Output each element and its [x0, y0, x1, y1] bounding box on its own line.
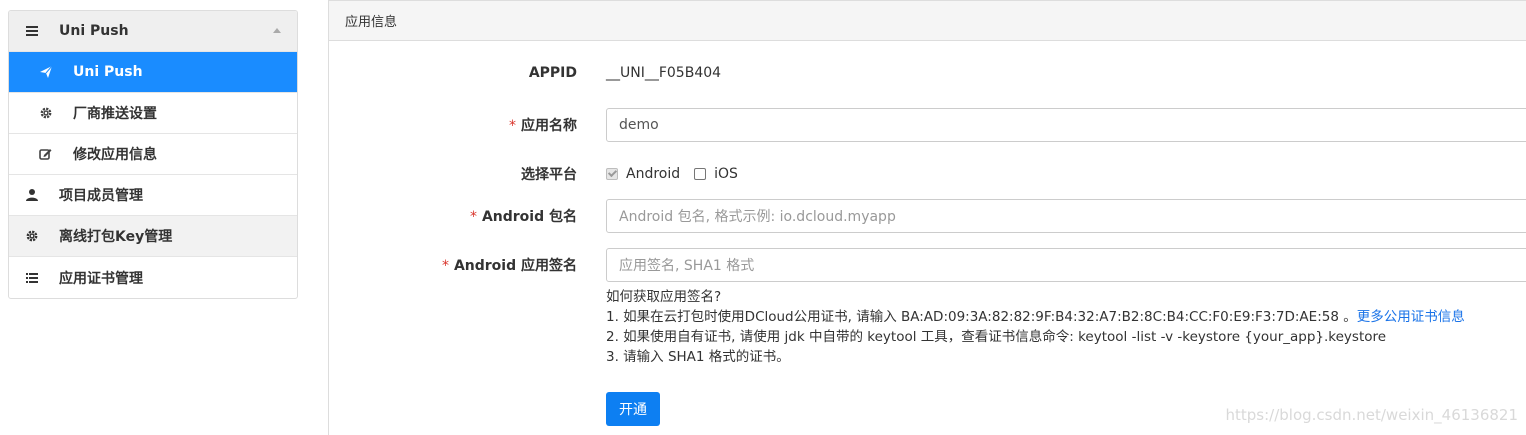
required-mark: * — [469, 209, 477, 225]
sidebar-item-label: Uni Push — [59, 23, 129, 39]
list-icon — [25, 271, 39, 285]
help-question: 如何获取应用签名? — [606, 289, 722, 305]
gear-icon — [25, 229, 39, 243]
android-signature-label: * Android 应用签名 — [329, 255, 577, 275]
android-package-input[interactable]: Android 包名, 格式示例: io.dcloud.myapp — [606, 199, 1526, 233]
android-signature-input[interactable]: 应用签名, SHA1 格式 — [606, 248, 1526, 282]
help-line-2: 2. 如果使用自有证书, 请使用 jdk 中自带的 keytool 工具，查看证… — [606, 329, 1387, 345]
sidebar-item-uni-push[interactable]: Uni Push — [9, 52, 297, 93]
android-signature-label-text: Android 应用签名 — [453, 258, 577, 274]
sidebar-item-label: 项目成员管理 — [59, 188, 143, 204]
android-package-label: * Android 包名 — [329, 206, 577, 226]
watermark: https://blog.csdn.net/weixin_46136821 — [1225, 406, 1518, 424]
send-icon — [39, 65, 53, 79]
sidebar: Uni Push Uni Push 厂商推送设置 修改应用信息 项目成员管理 离… — [8, 10, 298, 299]
user-icon — [25, 188, 39, 202]
required-mark: * — [509, 118, 516, 134]
sidebar-item-label: 应用证书管理 — [59, 270, 143, 287]
edit-icon — [39, 147, 53, 161]
sidebar-item-label: 修改应用信息 — [73, 147, 157, 163]
menu-icon — [25, 24, 39, 38]
app-name-input[interactable]: demo — [606, 108, 1526, 142]
help-line-1-text: 1. 如果在云打包时使用DCloud公用证书, 请输入 BA:AD:09:3A:… — [606, 309, 1357, 325]
more-certificates-link[interactable]: 更多公用证书信息 — [1357, 309, 1465, 325]
required-mark: * — [441, 258, 449, 274]
panel-title: 应用信息 — [329, 0, 1526, 41]
caret-up-icon — [273, 28, 281, 33]
sidebar-item-edit-app-info[interactable]: 修改应用信息 — [9, 134, 297, 175]
platform-options: Android iOS — [606, 166, 752, 182]
app-info-panel: 应用信息 APPID __UNI__F05B404 * 应用名称 demo 选择平… — [328, 0, 1526, 435]
appid-value: __UNI__F05B404 — [606, 65, 722, 81]
ios-checkbox[interactable]: iOS — [694, 166, 738, 182]
android-checkbox[interactable]: Android — [606, 166, 680, 182]
appid-label: APPID — [528, 65, 577, 81]
page: Uni Push Uni Push 厂商推送设置 修改应用信息 项目成员管理 离… — [0, 0, 1526, 435]
sidebar-item-project-members[interactable]: 项目成员管理 — [9, 175, 297, 216]
app-name-label-text: 应用名称 — [521, 118, 577, 134]
platform-row: 选择平台 Android iOS — [329, 163, 738, 185]
sidebar-item-label: 厂商推送设置 — [73, 106, 157, 122]
activate-button[interactable]: 开通 — [606, 392, 660, 426]
sidebar-item-uni-push-group[interactable]: Uni Push — [9, 11, 297, 52]
android-checkbox-label: Android — [626, 166, 681, 182]
sidebar-item-app-certificates[interactable]: 应用证书管理 — [9, 257, 297, 298]
android-signature-row: * Android 应用签名 应用签名, SHA1 格式 — [329, 248, 1526, 282]
checkbox-checked-icon — [606, 168, 618, 180]
help-line-1: 1. 如果在云打包时使用DCloud公用证书, 请输入 BA:AD:09:3A:… — [606, 307, 1465, 327]
ios-checkbox-label: iOS — [714, 166, 738, 182]
signature-help: 如何获取应用签名? 1. 如果在云打包时使用DCloud公用证书, 请输入 BA… — [606, 287, 1465, 367]
sidebar-item-label: 离线打包Key管理 — [59, 229, 173, 245]
sidebar-item-label: Uni Push — [73, 64, 143, 80]
app-name-label: * 应用名称 — [329, 115, 577, 135]
android-package-label-text: Android 包名 — [481, 209, 577, 225]
sidebar-item-vendor-push-settings[interactable]: 厂商推送设置 — [9, 93, 297, 134]
app-name-row: * 应用名称 demo — [329, 108, 1526, 142]
checkbox-unchecked-icon — [694, 168, 707, 180]
help-line-3: 3. 请输入 SHA1 格式的证书。 — [606, 349, 790, 365]
android-package-row: * Android 包名 Android 包名, 格式示例: io.dcloud.… — [329, 199, 1526, 233]
gear-icon — [39, 106, 53, 120]
appid-row: APPID __UNI__F05B404 — [329, 62, 721, 84]
platform-label: 选择平台 — [521, 167, 577, 183]
sidebar-item-offline-key[interactable]: 离线打包Key管理 — [9, 216, 297, 257]
